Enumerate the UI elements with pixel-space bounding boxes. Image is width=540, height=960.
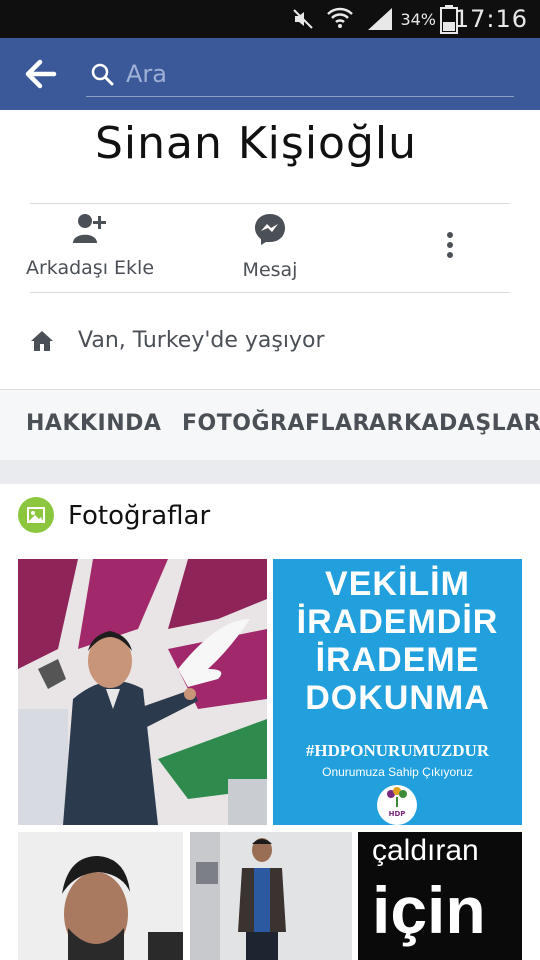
status-bar: 34% 17:16: [0, 0, 540, 38]
search-icon: [91, 63, 114, 86]
photo-poster[interactable]: VEKİLİM İRADEMDİR İRADEME DOKUNMA #HDPON…: [273, 559, 522, 825]
profile-tabs: HAKKINDA FOTOĞRAFLAR ARKADAŞLAR: [0, 389, 540, 461]
photo-text-card[interactable]: çaldıran için: [358, 832, 522, 960]
poster-line-2: İRADEMDİR: [296, 603, 499, 641]
photo-portrait-image: [18, 832, 183, 960]
poster-hashtag: #HDPONURUMUZDUR: [305, 741, 490, 760]
signal-icon: [368, 8, 392, 30]
mute-icon: [293, 9, 313, 29]
photos-icon: [18, 497, 54, 533]
poster-line-1: VEKİLİM: [325, 565, 470, 603]
profile-name: Sinan Kişioğlu: [94, 118, 418, 169]
search-box[interactable]: [86, 52, 514, 97]
top-bar: [0, 38, 540, 110]
lives-in-row: Van, Turkey'de yaşıyor: [30, 328, 510, 360]
add-friend-label: Arkadaşı Ekle: [25, 257, 155, 279]
more-icon[interactable]: [440, 232, 460, 266]
message-button[interactable]: Mesaj: [210, 212, 330, 281]
photo-standing[interactable]: [190, 832, 352, 960]
search-input[interactable]: [124, 56, 508, 92]
tab-friends[interactable]: ARKADAŞLAR: [369, 411, 540, 436]
divider: [30, 292, 510, 293]
battery-percent: 34%: [400, 10, 436, 29]
clock: 17:16: [453, 5, 528, 33]
text-card-line-2: için: [372, 873, 486, 947]
divider: [30, 203, 510, 204]
section-gap: [0, 460, 540, 484]
photo-rally[interactable]: [18, 559, 267, 825]
poster-line-3: İRADEME: [315, 641, 480, 679]
add-friend-icon: [73, 214, 106, 243]
add-friend-button[interactable]: Arkadaşı Ekle: [20, 212, 160, 279]
photos-title: Fotoğraflar: [68, 501, 211, 531]
wifi-icon: [327, 7, 353, 28]
messenger-icon: [255, 214, 285, 245]
home-icon: [31, 331, 53, 351]
lives-in-text: Van, Turkey'de yaşıyor: [78, 328, 325, 353]
hdp-logo: HDP: [377, 785, 417, 825]
tab-photos[interactable]: FOTOĞRAFLAR: [182, 411, 370, 436]
poster-line-4: DOKUNMA: [305, 679, 490, 717]
message-label: Mesaj: [242, 259, 298, 281]
photos-header[interactable]: Fotoğraflar: [18, 497, 518, 537]
photo-rally-image: [18, 559, 267, 825]
back-arrow-icon[interactable]: [24, 58, 58, 90]
photo-portrait[interactable]: [18, 832, 183, 960]
photo-standing-image: [190, 832, 352, 960]
tab-about[interactable]: HAKKINDA: [26, 411, 161, 436]
text-card-line-1: çaldıran: [372, 834, 479, 867]
poster-subtitle: Onurumuza Sahip Çıkıyoruz: [322, 765, 473, 779]
